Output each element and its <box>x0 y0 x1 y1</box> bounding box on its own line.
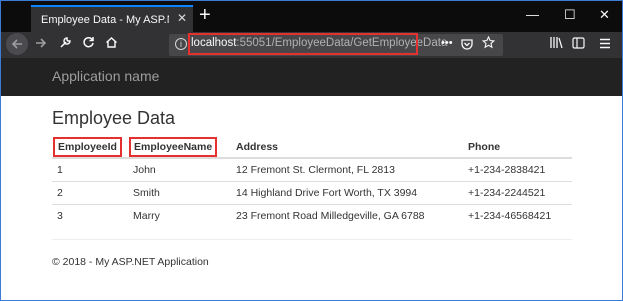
column-header-employeename: EmployeeName <box>128 136 231 159</box>
cell-address: 23 Fremont Road Milledgeville, GA 6788 <box>231 203 463 227</box>
back-arrow-icon <box>11 39 22 49</box>
cell-employee-name: Smith <box>128 180 231 204</box>
cell-employee-name: John <box>128 157 231 181</box>
table-row: 2 Smith 14 Highland Drive Fort Worth, TX… <box>52 180 572 204</box>
maximize-icon[interactable]: ☐ <box>564 7 576 23</box>
pocket-icon[interactable] <box>461 37 473 55</box>
browser-window: Employee Data - My ASP.NET Application ✕… <box>0 0 623 301</box>
home-icon[interactable] <box>105 35 118 53</box>
cell-address: 14 Highland Drive Fort Worth, TX 3994 <box>231 180 463 204</box>
url-highlight-box <box>188 33 418 55</box>
forward-arrow-icon[interactable] <box>35 35 47 53</box>
cell-employee-id: 1 <box>52 157 128 181</box>
cell-address: 12 Fremont St. Clermont, FL 2813 <box>231 157 463 181</box>
table-row: 1 John 12 Fremont St. Clermont, FL 2813 … <box>52 157 572 181</box>
column-header-phone: Phone <box>463 136 572 159</box>
back-button[interactable] <box>6 33 28 55</box>
wrench-icon[interactable] <box>59 35 72 53</box>
cell-employee-id: 2 <box>52 180 128 204</box>
browser-tab[interactable]: Employee Data - My ASP.NET Application ✕ <box>31 5 193 32</box>
close-window-icon[interactable]: ✕ <box>599 7 610 23</box>
tab-title: Employee Data - My ASP.NET Application <box>41 14 169 26</box>
cell-phone: +1-234-2838421 <box>463 157 572 181</box>
bookmark-star-icon[interactable] <box>481 35 496 54</box>
footer-copyright: © 2018 - My ASP.NET Application <box>52 256 209 268</box>
cell-employee-id: 3 <box>52 203 128 227</box>
table-header-row: EmployeeId EmployeeName Address Phone <box>52 136 572 159</box>
tab-strip: Employee Data - My ASP.NET Application ✕… <box>1 1 622 32</box>
info-icon[interactable]: i <box>175 38 187 50</box>
page-title: Employee Data <box>52 108 176 128</box>
sidebar-icon[interactable] <box>572 35 585 53</box>
brand-link[interactable]: Application name <box>52 68 159 84</box>
column-header-employeeid: EmployeeId <box>52 136 128 159</box>
library-icon[interactable] <box>550 35 564 53</box>
table-row: 3 Marry 23 Fremont Road Milledgeville, G… <box>52 203 572 227</box>
reload-icon[interactable] <box>82 35 95 53</box>
cell-phone: +1-234-46568421 <box>463 203 572 227</box>
footer-divider <box>52 239 572 240</box>
new-tab-button[interactable]: + <box>199 3 211 27</box>
page-actions-icon[interactable]: ••• <box>441 37 453 49</box>
employee-table: EmployeeId EmployeeName Address Phone 1 … <box>52 136 572 227</box>
minimize-icon[interactable]: — <box>526 7 539 22</box>
close-tab-icon[interactable]: ✕ <box>177 11 187 25</box>
app-navbar: Application name <box>1 58 622 96</box>
menu-icon[interactable] <box>599 35 611 53</box>
cell-phone: +1-234-2244521 <box>463 180 572 204</box>
cell-employee-name: Marry <box>128 203 231 227</box>
column-header-address: Address <box>231 136 463 159</box>
